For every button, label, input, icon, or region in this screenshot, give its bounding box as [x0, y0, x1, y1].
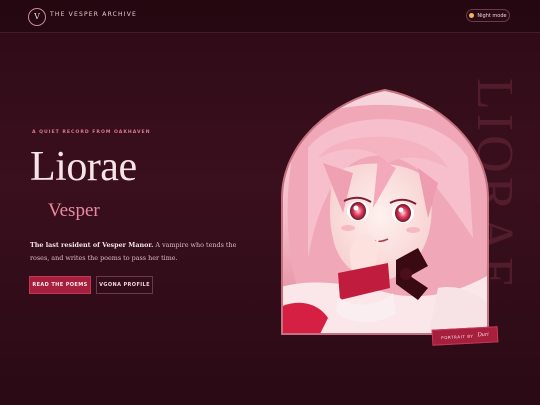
bio-lead: The last resident of Vesper Manor. — [30, 241, 154, 249]
top-navigation-bar: V THE VESPER ARCHIVE Night mode — [0, 0, 540, 33]
sun-icon — [469, 13, 475, 18]
character-bio: The last resident of Vesper Manor. A vam… — [30, 239, 240, 265]
character-first-name: Liorae — [30, 144, 137, 190]
site-title[interactable]: THE VESPER ARCHIVE — [50, 11, 137, 18]
credit-artist: Duri — [477, 331, 489, 339]
site-logo[interactable]: V — [28, 8, 46, 26]
profile-button[interactable]: VGONA PROFILE — [96, 276, 153, 294]
credit-label: PORTRAIT BY — [441, 333, 474, 340]
night-mode-toggle[interactable]: Night mode — [466, 9, 510, 22]
character-portrait — [281, 88, 489, 335]
portrait-credit-badge[interactable]: PORTRAIT BY Duri — [431, 326, 499, 346]
hero-kicker: A QUIET RECORD FROM OAKHAVEN — [32, 130, 151, 135]
read-poems-button[interactable]: READ THE POEMS — [29, 276, 91, 294]
night-mode-label: Night mode — [477, 12, 507, 19]
character-last-name: Vesper — [48, 200, 100, 221]
